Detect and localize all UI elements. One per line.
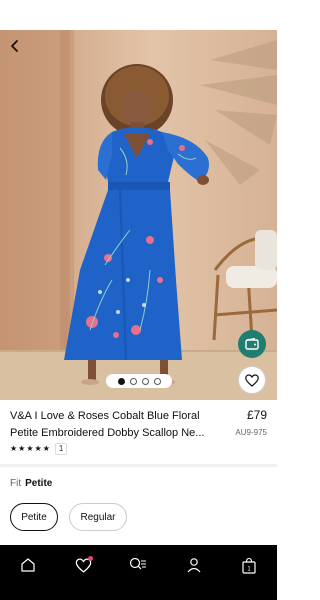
fit-option-regular[interactable]: Regular: [69, 503, 127, 531]
home-icon: [21, 558, 35, 572]
tab-home[interactable]: [13, 554, 43, 576]
heart-icon: [245, 373, 259, 387]
product-sku: AU9-975: [235, 428, 267, 437]
product-image[interactable]: [0, 30, 277, 400]
gallery-pagination[interactable]: [106, 374, 172, 388]
bag-count: 1: [248, 566, 252, 572]
gallery-dot-3[interactable]: [141, 377, 149, 385]
wallet-icon: [245, 338, 259, 350]
fit-option-petite[interactable]: Petite: [10, 503, 58, 531]
tab-search[interactable]: [123, 554, 153, 576]
fit-selected-value: Petite: [25, 478, 53, 489]
account-icon: [187, 558, 201, 573]
star-icon: ★: [18, 444, 26, 453]
fit-label: Fit Petite: [10, 478, 52, 489]
fit-label-text: Fit: [10, 478, 22, 489]
star-icon: ★: [34, 444, 42, 453]
wallet-button[interactable]: [238, 330, 266, 358]
star-icon: ★: [42, 444, 50, 453]
bag-icon: 1: [242, 557, 256, 574]
model-photo: [0, 30, 277, 400]
star-icon: ★: [10, 444, 18, 453]
rating[interactable]: ★ ★ ★ ★ ★ 1: [10, 443, 68, 455]
tab-wishlist[interactable]: [68, 554, 98, 576]
product-title: V&A I Love & Roses Cobalt Blue Floral Pe…: [10, 408, 228, 442]
product-title-line1: V&A I Love & Roses Cobalt Blue Floral: [10, 410, 200, 422]
tab-account[interactable]: [179, 554, 209, 576]
back-button[interactable]: [4, 35, 26, 57]
search-menu-icon: [130, 557, 147, 570]
wishlist-badge-dot: [88, 556, 94, 561]
gallery-dot-2[interactable]: [129, 377, 137, 385]
status-bar: [0, 0, 277, 30]
star-icon: ★: [26, 444, 34, 453]
tab-bag[interactable]: 1: [234, 554, 264, 576]
gallery-dot-4[interactable]: [153, 377, 161, 385]
divider: [0, 464, 277, 467]
gallery-dot-1[interactable]: [117, 377, 125, 385]
bottom-tab-bar: 1: [0, 545, 277, 600]
rating-count: 1: [54, 443, 68, 455]
product-title-line2: Petite Embroidered Dobby Scallop Ne...: [10, 427, 205, 439]
chevron-left-icon: [11, 40, 18, 52]
product-price: £79: [246, 408, 267, 422]
wishlist-button[interactable]: [238, 366, 266, 394]
product-info: V&A I Love & Roses Cobalt Blue Floral Pe…: [0, 400, 277, 466]
